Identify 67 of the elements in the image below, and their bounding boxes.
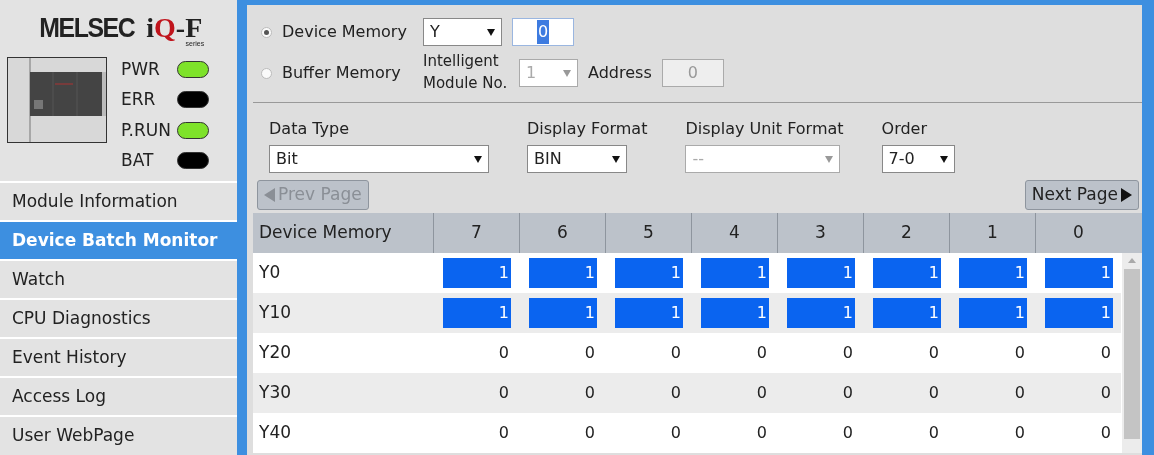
led-label: ERR [121,88,157,111]
bit-cell: 1 [873,258,941,288]
bit-cell: 1 [873,298,941,328]
bit-cell: 1 [701,298,769,328]
bit-cell: 1 [443,258,511,288]
field-label: Display Format [527,118,648,140]
table-cell-text: 0 [669,382,682,404]
table-cell-text: Y30 [258,381,293,405]
device-number-field[interactable]: 0 [512,18,574,46]
led-label: P.RUN [121,118,172,142]
column-header: Device Memory [258,221,393,245]
table-cell-text: 0 [583,382,596,404]
next-page-button[interactable]: Next Page [1024,180,1139,210]
bit-cell: 1 [787,298,855,328]
table-cell-text: 0 [497,422,510,444]
bit-cell: 1 [959,298,1027,328]
table-cell-text: 0 [1099,382,1112,404]
field-label: Data Type [269,118,351,140]
table-cell-text: 0 [755,342,768,364]
table-cell-text: 0 [927,422,940,444]
bit-cell: 1 [959,258,1027,288]
table-cell-text: 0 [497,342,510,364]
logo-product: iQ-F [146,14,203,42]
table-cell-text: 0 [583,342,596,364]
bit-cell: 1 [615,258,683,288]
bit-cell: 1 [1045,298,1113,328]
table-cell-text: 0 [755,422,768,444]
dropdown[interactable]: BIN [527,145,627,173]
logo-text: MELSEC [38,15,135,42]
led-label: BAT [121,149,155,172]
bit-cell: 1 [529,258,597,288]
table-cell-text: 0 [927,382,940,404]
table-cell-text: 0 [1013,342,1026,364]
led-label: PWR [121,57,161,81]
field-label: Order [881,118,929,140]
bit-cell: 1 [529,298,597,328]
table-cell-text: 0 [841,382,854,404]
dropdown[interactable]: 7-0 [881,145,955,173]
bit-cell: 1 [1045,258,1113,288]
table-cell-text: 0 [669,422,682,444]
scrollbar[interactable] [1121,253,1142,453]
table-cell-text: 0 [669,342,682,364]
field-label: Display Unit Format [685,118,844,140]
bit-cell: 1 [615,298,683,328]
bit-cell: 1 [443,298,511,328]
table-cell-text: Y20 [258,341,293,365]
table-cell-text: 0 [583,422,596,444]
device-type-select[interactable]: Y [423,18,502,46]
table-cell-text: 0 [1099,422,1112,444]
table-cell-text: 0 [841,342,854,364]
field-label: Intelligent Module No. [423,51,509,94]
table-cell-text: Y0 [258,261,282,285]
dropdown[interactable]: Bit [269,145,489,173]
table-cell-text: 0 [1099,342,1112,364]
table-cell-text: 0 [1013,422,1026,444]
table-cell-text: 0 [755,382,768,404]
radio-option[interactable]: Buffer Memory [261,61,413,85]
table-cell-text: 0 [927,342,940,364]
table-cell-text: 0 [841,422,854,444]
radio-option[interactable]: Device Memory [261,20,413,44]
bit-cell: 1 [787,258,855,288]
table-cell-text: 0 [497,382,510,404]
table-cell-text: 0 [1013,382,1026,404]
bit-cell: 1 [701,258,769,288]
table-cell-text: Y10 [258,301,293,325]
field-label: Address [588,62,652,84]
table-cell-text: Y40 [258,421,293,445]
